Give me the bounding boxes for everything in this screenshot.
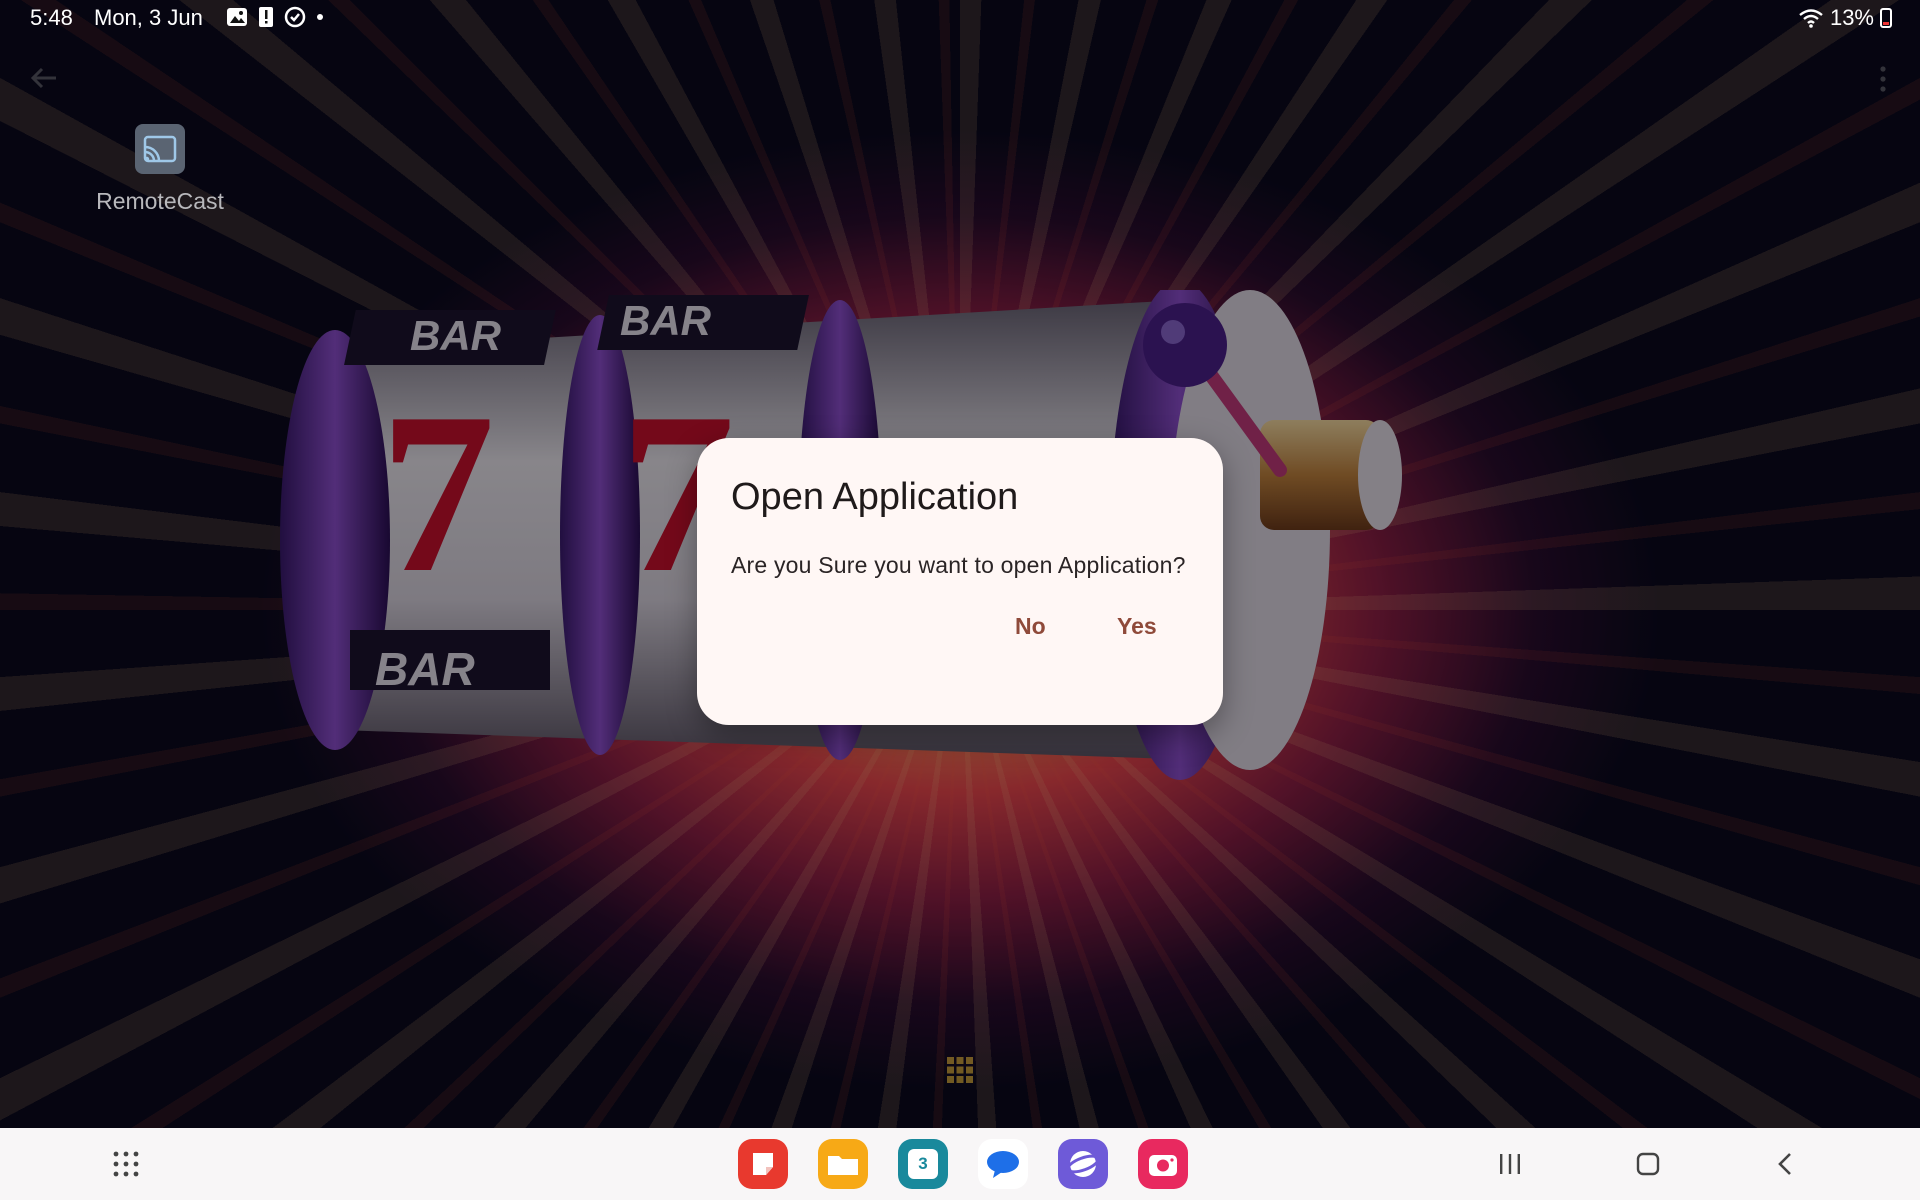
status-date: Mon, 3 Jun [94, 5, 203, 30]
browser-icon [1066, 1151, 1100, 1177]
calendar-day: 3 [918, 1154, 928, 1173]
calendar-app[interactable]: 3 [898, 1139, 948, 1189]
calendar-icon: 3 [908, 1149, 938, 1179]
sync-icon [284, 6, 306, 28]
apps-icon[interactable] [112, 1150, 140, 1178]
yes-button[interactable]: Yes [1103, 598, 1171, 654]
open-application-dialog: Open Application Are you Sure you want t… [697, 438, 1223, 725]
camera-icon [1149, 1155, 1177, 1176]
no-button[interactable]: No [1001, 598, 1060, 654]
back-arrow-icon[interactable] [26, 60, 62, 96]
status-bar: 5:48 Mon, 3 Jun 13% [0, 0, 1920, 36]
app-drawer-grid-icon[interactable] [946, 1056, 974, 1084]
status-time: 5:48 [30, 5, 73, 30]
back-icon[interactable] [1772, 1150, 1800, 1178]
wifi-icon [1799, 9, 1823, 28]
chat-icon [987, 1151, 1019, 1178]
cast-icon [135, 124, 185, 174]
dot-icon [317, 14, 323, 20]
battery-icon [1880, 8, 1892, 28]
messages-app[interactable] [978, 1139, 1028, 1189]
notification-icons [226, 6, 324, 28]
status-right: 13% [1798, 5, 1892, 31]
dock: 3 [738, 1139, 1188, 1189]
overflow-menu-icon[interactable] [1872, 64, 1894, 94]
app-shortcut-label: RemoteCast [96, 188, 224, 214]
recents-icon[interactable] [1496, 1150, 1524, 1178]
battery-percent: 13% [1829, 5, 1874, 30]
dialog-title: Open Application [731, 476, 1019, 518]
camera-app[interactable] [1138, 1139, 1188, 1189]
my-files-app[interactable] [818, 1139, 868, 1189]
app-shortcut-remotecast[interactable]: RemoteCast [90, 124, 230, 215]
folder-icon [828, 1156, 858, 1175]
notes-icon [753, 1153, 773, 1175]
notes-app[interactable] [738, 1139, 788, 1189]
dialog-message: Are you Sure you want to open Applicatio… [731, 552, 1186, 578]
internet-app[interactable] [1058, 1139, 1108, 1189]
home-icon[interactable] [1634, 1150, 1662, 1178]
gallery-icon [227, 8, 247, 26]
taskbar: 3 [0, 1128, 1920, 1200]
alert-icon [259, 7, 273, 27]
